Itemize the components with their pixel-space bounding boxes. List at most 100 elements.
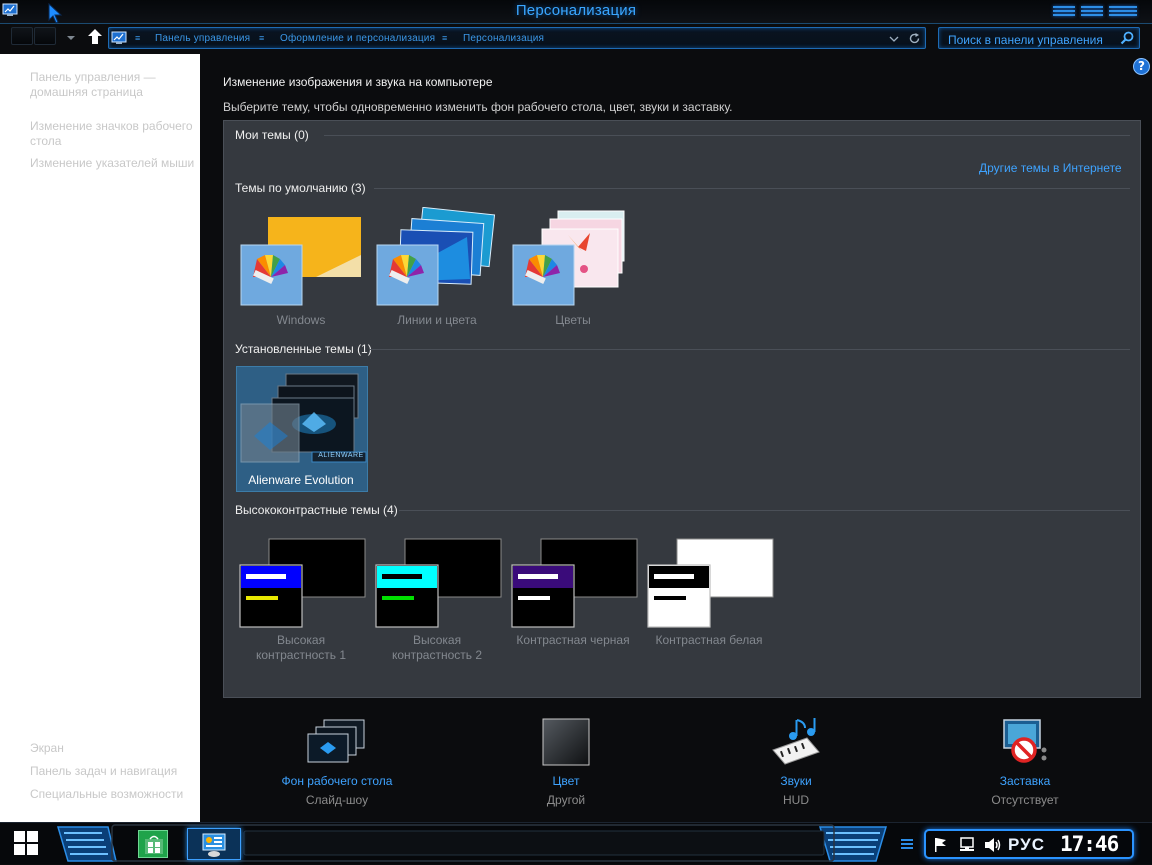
theme-contrast-white[interactable]: Контрастная белая [644,531,774,661]
theme-flowers[interactable]: Цветы [508,207,638,337]
mouse-pointer-icon [48,3,63,24]
help-icon[interactable]: ? [1133,58,1150,75]
windows-start-icon[interactable] [12,829,40,857]
color-title: Цвет [552,774,580,788]
screensaver-value: Отсутствует [991,793,1059,807]
sidebar-link-taskbar[interactable]: Панель задач и навигация [30,764,177,779]
group-installed-themes: Установленные темы (1) [235,342,372,356]
control-panel-taskbar-icon [202,833,226,857]
group-divider [399,510,1130,511]
minimize-button[interactable] [1050,3,1078,19]
windows-theme-thumbnail [240,217,361,306]
window-title-wrap: Персонализация [0,2,1152,19]
group-divider [324,135,1130,136]
search-placeholder: Поиск в панели управления [948,33,1103,47]
theme-windows[interactable]: Windows [236,207,366,337]
up-arrow-icon[interactable] [87,28,103,46]
themes-panel: Мои темы (0) Другие темы в Интернете Тем… [223,120,1141,698]
sidebar-link-display[interactable]: Экран [30,741,64,756]
theme-label-line: Контрастная черная [516,633,630,647]
theme-high-contrast-2[interactable]: Высокая контрастность 2 [372,531,502,662]
sounds-setting[interactable]: Звуки HUD [706,718,886,807]
taskbar: РУС 17:46 [0,822,1152,864]
contrast-black-thumbnail [511,538,638,628]
back-button[interactable] [11,27,33,45]
desktop-background-value: Слайд-шоу [305,793,369,807]
theme-label-line: Высокая [412,633,462,647]
search-icon[interactable] [1120,31,1134,45]
theme-label-line: Контрастная белая [655,633,763,647]
color-setting[interactable]: Цвет Другой [476,718,656,807]
volume-icon[interactable] [984,837,1002,853]
breadcrumb-appearance[interactable]: Оформление и персонализация [280,33,435,44]
group-divider [374,188,1130,189]
theme-label: Контрастная белая [634,633,784,648]
theme-label: Alienware Evolution [248,473,354,487]
network-icon[interactable] [958,837,976,853]
breadcrumb-separator-icon: ≡ [259,33,265,43]
screensaver-title: Заставка [999,774,1051,788]
clock[interactable]: 17:46 [1060,832,1119,856]
sidebar: Панель управления — домашняя страница Из… [0,54,200,822]
maximize-button[interactable] [1078,3,1106,19]
taskbar-frame-decoration [56,824,888,862]
alienware-badge: ALIENWARE [318,452,364,459]
sidebar-link-mouse-pointers[interactable]: Изменение указателей мыши [30,156,198,171]
group-high-contrast-themes: Высококонтрастные темы (4) [235,503,398,517]
flowers-theme-thumbnail [512,210,625,306]
sidebar-link-accessibility[interactable]: Специальные возможности [30,787,183,802]
sounds-value: HUD [783,793,809,807]
store-button[interactable] [138,830,168,858]
theme-contrast-black[interactable]: Контрастная черная [508,531,638,661]
close-button[interactable] [1106,3,1140,19]
desktop-background-icon [307,719,365,763]
screensaver-setting[interactable]: Заставка Отсутствует [935,718,1115,807]
theme-label: Высокая контрастность 2 [362,633,512,663]
refresh-icon[interactable] [908,32,921,45]
page-heading: Изменение изображения и звука на компьют… [223,75,493,89]
breadcrumb-separator-icon: ≡ [442,33,448,43]
theme-lines-and-colors[interactable]: Линии и цвета [372,207,502,337]
desktop-background-title: Фон рабочего стола [281,774,393,788]
sidebar-link-home[interactable]: Панель управления — домашняя страница [30,70,180,100]
sidebar-link-desktop-icons[interactable]: Изменение значков рабочего стола [30,119,198,149]
contrast-white-thumbnail [647,538,774,628]
theme-alienware-evolution[interactable]: ALIENWARE Alienware Evolution [236,366,368,496]
language-indicator[interactable]: РУС [1008,835,1045,855]
high-contrast-2-thumbnail [375,538,502,628]
window-title: Персонализация [515,2,637,19]
theme-label: Цветы [555,313,591,327]
theme-label-line: контрастность 2 [391,648,483,662]
theme-label: Линии и цвета [397,313,477,327]
sounds-title: Звуки [780,774,812,788]
theme-label: Windows [276,313,326,327]
page-subheading: Выберите тему, чтобы одновременно измени… [223,100,733,114]
action-center-flag-icon[interactable] [934,837,948,853]
theme-label: Высокая контрастность 1 [226,633,376,663]
system-tray: РУС 17:46 [924,829,1134,859]
search-input[interactable]: Поиск в панели управления [938,27,1140,49]
address-control-panel-icon [111,31,127,44]
theme-label: Контрастная черная [498,633,648,648]
recent-pages-dropdown-icon[interactable] [66,35,76,41]
color-value: Другой [546,793,586,807]
more-themes-online-link[interactable]: Другие темы в Интернете [979,161,1122,175]
taskbar-control-panel-button[interactable] [187,828,241,860]
group-divider [370,349,1130,350]
forward-button[interactable] [34,27,56,45]
breadcrumb-personalization[interactable]: Персонализация [463,33,544,44]
screensaver-icon [1003,719,1047,763]
title-bar: Персонализация [0,0,1152,24]
breadcrumb-separator-icon: ≡ [135,33,141,43]
breadcrumb-control-panel[interactable]: Панель управления [155,33,250,44]
theme-label-line: Высокая [276,633,326,647]
desktop-background-setting[interactable]: Фон рабочего стола Слайд-шоу [247,718,427,807]
navigation-bar: ≡ Панель управления ≡ Оформление и персо… [0,24,1152,54]
group-default-themes: Темы по умолчанию (3) [235,181,366,195]
address-dropdown-icon[interactable] [889,36,899,42]
sounds-icon [772,718,820,765]
address-bar[interactable]: ≡ Панель управления ≡ Оформление и персо… [108,27,926,49]
theme-high-contrast-1[interactable]: Высокая контрастность 1 [236,531,366,662]
high-contrast-1-thumbnail [239,538,366,628]
show-hidden-icons-icon[interactable] [900,838,914,850]
